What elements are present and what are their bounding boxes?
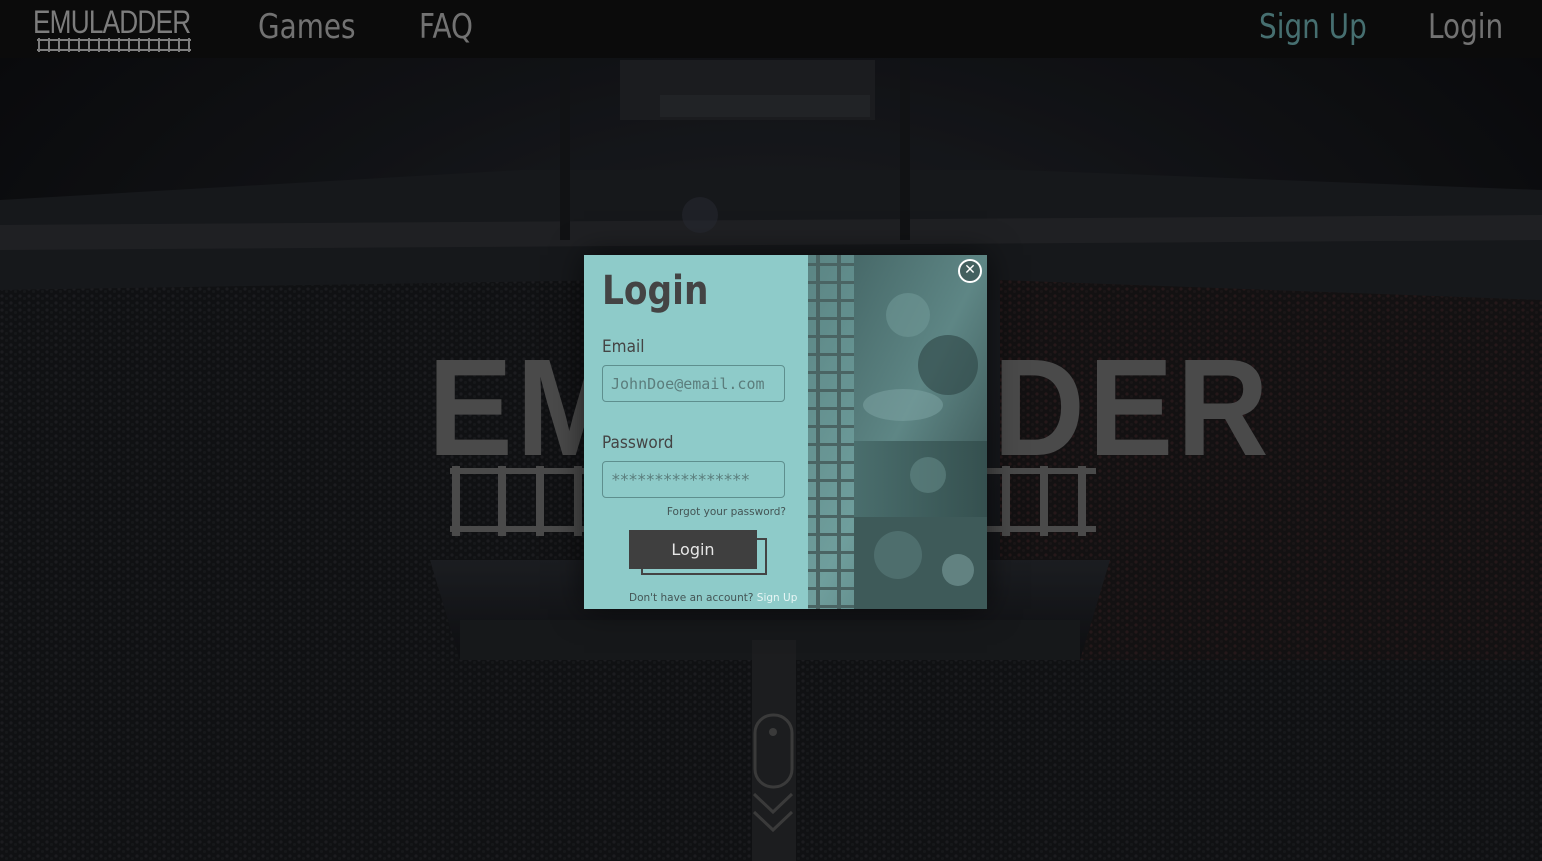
login-button[interactable]: Login: [629, 530, 757, 569]
login-modal: Login Email Password Forgot your passwor…: [584, 255, 987, 609]
nav-faq-link[interactable]: FAQ: [419, 5, 473, 49]
game-collage-image: [808, 255, 987, 609]
logo-text: EMULADDER: [33, 4, 191, 40]
logo-ladder-icon: [37, 38, 191, 52]
email-label: Email: [602, 337, 645, 357]
modal-artwork: [808, 255, 987, 609]
nav-login-link[interactable]: Login: [1428, 5, 1503, 49]
signup-link[interactable]: Sign Up: [757, 592, 798, 604]
nav-games-link[interactable]: Games: [258, 5, 356, 49]
logo[interactable]: EMULADDER: [33, 4, 195, 54]
login-button-wrap: Login: [629, 530, 769, 576]
no-account-text: Don't have an account? Sign Up: [629, 592, 797, 604]
email-field[interactable]: [602, 365, 785, 402]
password-field[interactable]: [602, 461, 785, 498]
login-form: Login Email Password Forgot your passwor…: [584, 255, 810, 609]
no-account-label: Don't have an account?: [629, 592, 754, 604]
nav-signup-link[interactable]: Sign Up: [1259, 5, 1367, 49]
page: EMULADDER EMULADDER: [0, 0, 1542, 861]
password-label: Password: [602, 433, 674, 453]
modal-title: Login: [602, 268, 709, 314]
close-icon[interactable]: ✕: [958, 259, 982, 283]
forgot-password-link[interactable]: Forgot your password?: [667, 506, 786, 518]
top-navbar: EMULADDER Games FAQ Sign Up Login: [0, 0, 1542, 58]
scroll-down-indicator[interactable]: [748, 712, 800, 836]
